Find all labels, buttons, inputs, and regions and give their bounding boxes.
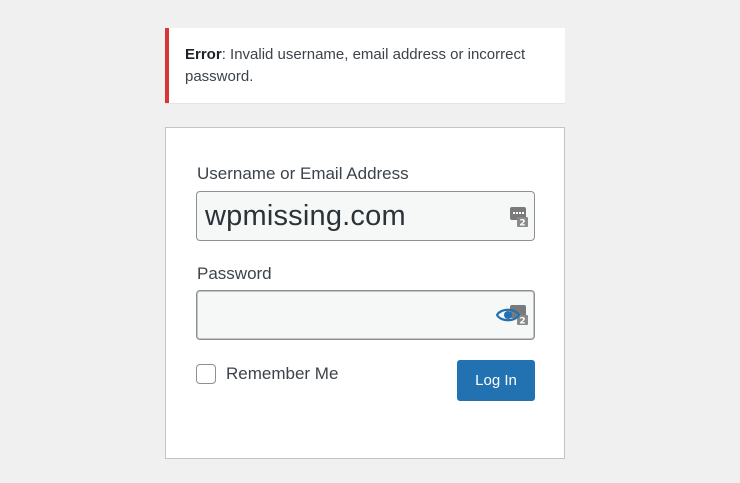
password-label: Password <box>197 264 272 283</box>
remember-me-checkbox[interactable] <box>196 364 216 384</box>
username-input[interactable]: wpmissing.com 2 <box>196 191 535 241</box>
login-error-notice: Error: Invalid username, email address o… <box>165 28 565 103</box>
login-form: Username or Email Address wpmissing.com … <box>165 127 565 459</box>
username-value: wpmissing.com <box>205 200 406 232</box>
password-input[interactable]: 2 <box>196 290 535 340</box>
remember-me-row[interactable]: Remember Me <box>196 364 338 384</box>
error-message: : Invalid username, email address or inc… <box>185 46 526 85</box>
login-button[interactable]: Log In <box>457 360 535 401</box>
svg-text:2: 2 <box>519 317 525 326</box>
svg-text:2: 2 <box>519 219 525 228</box>
password-manager-key-icon[interactable]: 2 <box>510 205 528 227</box>
remember-me-label[interactable]: Remember Me <box>226 364 338 384</box>
error-prefix: Error <box>185 46 222 63</box>
show-password-eye-icon[interactable] <box>496 306 520 324</box>
username-label: Username or Email Address <box>197 164 409 183</box>
